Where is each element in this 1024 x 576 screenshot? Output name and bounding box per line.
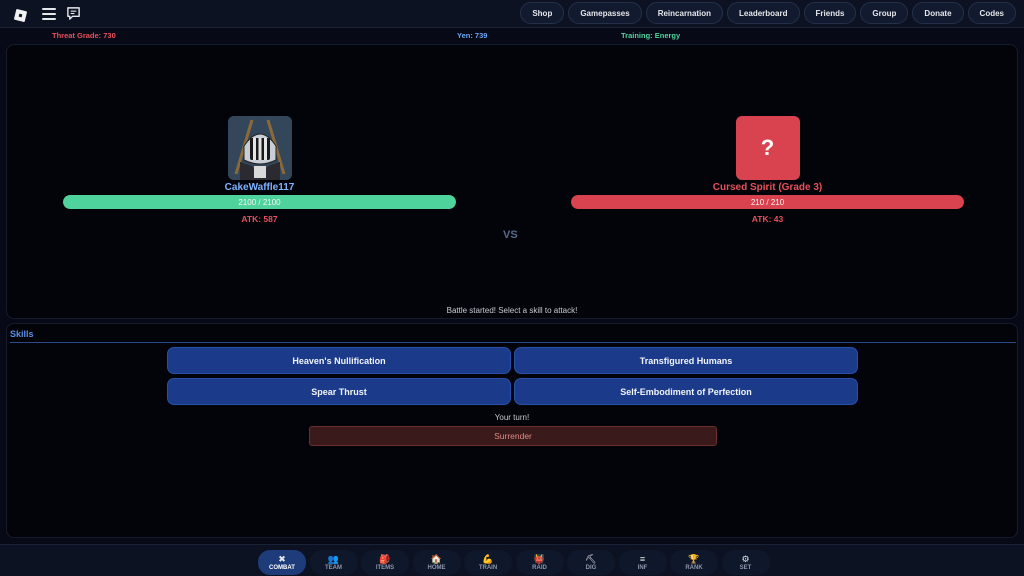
gamepasses-button[interactable]: Gamepasses	[568, 2, 642, 24]
nav-label: DIG	[585, 565, 597, 571]
nav-label: TRAIN	[478, 565, 498, 571]
player-hp-bar: 2100 / 2100	[63, 195, 456, 209]
crossed-swords-icon: ✖	[278, 554, 286, 564]
enemy-avatar-question-icon: ?	[735, 116, 800, 180]
muscle-icon: 💪	[482, 554, 494, 564]
battle-message: Battle started! Select a skill to attack…	[446, 306, 578, 315]
chat-icon[interactable]	[66, 6, 81, 21]
trophy-icon: 🏆	[688, 554, 700, 564]
pickaxe-icon: ⛏	[585, 554, 597, 564]
nav-raid-button[interactable]: 👹 RAID	[515, 550, 564, 575]
nav-label: COMBAT	[269, 565, 295, 571]
donate-button[interactable]: Donate	[912, 2, 964, 24]
roblox-menu-button[interactable]	[10, 5, 30, 25]
skills-title: Skills	[10, 329, 34, 339]
leaderboard-button[interactable]: Leaderboard	[727, 2, 800, 24]
battle-panel: CakeWaffle117 2100 / 2100 ATK: 587 ? Cur…	[6, 44, 1018, 319]
nav-label: ITEMS	[375, 565, 395, 571]
skills-panel: Skills Heaven's Nullification Transfigur…	[6, 323, 1018, 538]
turn-label: Your turn!	[494, 413, 530, 422]
nav-label: TEAM	[325, 565, 342, 571]
enemy-hp-text: 210 / 210	[750, 197, 785, 207]
nav-dig-button[interactable]: ⛏ DIG	[567, 550, 615, 575]
nav-label: HOME	[427, 565, 446, 571]
player-name: CakeWaffle117	[224, 182, 295, 193]
nav-train-button[interactable]: 💪 TRAIN	[464, 550, 512, 575]
skill-transfigured-humans-button[interactable]: Transfigured Humans	[514, 347, 858, 374]
nav-home-button[interactable]: 🏠 HOME	[412, 550, 461, 575]
shop-button[interactable]: Shop	[520, 2, 565, 24]
surrender-button[interactable]: Surrender	[309, 426, 717, 446]
player-hp-text: 2100 / 2100	[238, 197, 281, 207]
backpack-icon: 🎒	[379, 554, 391, 564]
team-icon: 👥	[327, 554, 340, 564]
roblox-logo-icon	[13, 8, 27, 22]
nav-label: INF	[637, 565, 648, 571]
nav-items-button[interactable]: 🎒 ITEMS	[361, 550, 409, 575]
hamburger-menu-icon[interactable]	[42, 8, 56, 20]
nav-rank-button[interactable]: 🏆 RANK	[670, 550, 718, 575]
training-status: Training: Energy	[621, 31, 681, 40]
demon-icon: 👹	[533, 554, 546, 564]
top-nav: Shop Gamepasses Reincarnation Leaderboar…	[520, 2, 1016, 24]
skills-divider	[10, 342, 1016, 343]
reincarnation-button[interactable]: Reincarnation	[645, 2, 724, 24]
player-fighter: CakeWaffle117 2100 / 2100 ATK: 587	[63, 116, 456, 224]
yen-balance: Yen: 739	[457, 31, 488, 40]
nav-team-button[interactable]: 👥 TEAM	[309, 550, 358, 575]
skill-self-embodiment-button[interactable]: Self-Embodiment of Perfection	[514, 378, 858, 405]
player-avatar-icon	[227, 116, 292, 180]
nav-label: RAID	[532, 565, 547, 571]
enemy-hp-bar: 210 / 210	[571, 195, 964, 209]
enemy-fighter: ? Cursed Spirit (Grade 3) 210 / 210 ATK:…	[571, 116, 964, 224]
nav-combat-button[interactable]: ✖ COMBAT	[258, 550, 306, 575]
gear-icon: ⚙	[741, 554, 750, 564]
home-icon: 🏠	[430, 554, 443, 564]
skill-spear-thrust-button[interactable]: Spear Thrust	[167, 378, 511, 405]
skill-heavens-nullification-button[interactable]: Heaven's Nullification	[167, 347, 511, 374]
nav-label: SET	[739, 565, 752, 571]
enemy-name: Cursed Spirit (Grade 3)	[712, 182, 823, 193]
nav-set-button[interactable]: ⚙ SET	[721, 550, 770, 575]
info-icon: ≡	[639, 554, 646, 564]
vs-label: VS	[503, 229, 518, 241]
group-button[interactable]: Group	[860, 2, 909, 24]
threat-grade: Threat Grade: 730	[52, 31, 116, 40]
codes-button[interactable]: Codes	[967, 2, 1016, 24]
nav-inf-button[interactable]: ≡ INF	[618, 550, 667, 575]
top-bar: Shop Gamepasses Reincarnation Leaderboar…	[0, 0, 1024, 28]
enemy-atk: ATK: 43	[751, 214, 784, 224]
bottom-nav: ✖ COMBAT 👥 TEAM 🎒 ITEMS 🏠 HOME 💪 TRAIN 👹 RAID ⛏ DIG ≡ I…	[0, 544, 1024, 576]
friends-button[interactable]: Friends	[803, 2, 857, 24]
nav-label: RANK	[685, 565, 703, 571]
status-line: Threat Grade: 730 Yen: 739 Training: Ene…	[0, 29, 1024, 42]
player-atk: ATK: 587	[241, 214, 278, 224]
player-avatar	[227, 116, 292, 180]
